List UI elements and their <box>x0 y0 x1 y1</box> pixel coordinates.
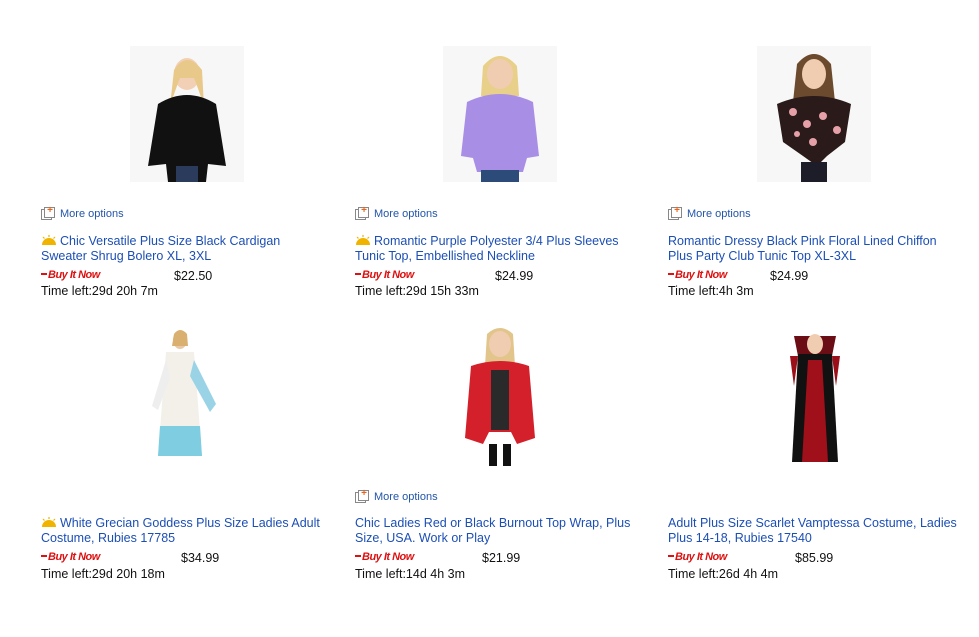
listing-title-link[interactable]: Adult Plus Size Scarlet Vamptessa Costum… <box>668 516 958 546</box>
product-photo <box>780 326 850 466</box>
more-options-icon: + <box>355 489 369 503</box>
listing-title-link[interactable]: White Grecian Goddess Plus Size Ladies A… <box>41 516 341 546</box>
buy-it-now-badge: Buy It Now <box>668 269 727 281</box>
product-photo <box>757 46 871 182</box>
time-left: Time left:29d 20h 7m <box>41 284 158 298</box>
buy-it-now-badge: Buy It Now <box>668 551 727 563</box>
more-options-label: More options <box>374 490 438 503</box>
product-image[interactable] <box>443 46 557 182</box>
listing-price: $22.50 <box>174 269 213 283</box>
listing-title: Romantic Dressy Black Pink Floral Lined … <box>668 234 937 263</box>
time-left: Time left:4h 3m <box>668 284 754 298</box>
product-image[interactable] <box>757 46 871 182</box>
more-options-label: More options <box>374 207 438 220</box>
product-image[interactable] <box>130 46 244 182</box>
product-photo <box>130 46 244 182</box>
product-photo <box>445 326 555 466</box>
listing-title: Chic Ladies Red or Black Burnout Top Wra… <box>355 516 631 545</box>
more-options-icon: + <box>668 206 682 220</box>
more-options-icon: + <box>41 206 55 220</box>
time-left: Time left:29d 15h 33m <box>355 284 479 298</box>
buy-it-now-badge: Buy It Now <box>41 551 100 563</box>
listing-title: White Grecian Goddess Plus Size Ladies A… <box>41 516 320 545</box>
listing-price: $21.99 <box>482 551 521 565</box>
listing-title-link[interactable]: Chic Versatile Plus Size Black Cardigan … <box>41 234 311 264</box>
buy-it-now-badge: Buy It Now <box>355 269 414 281</box>
listing-title: Romantic Purple Polyester 3/4 Plus Sleev… <box>355 234 619 263</box>
hot-deal-icon <box>42 517 56 527</box>
listing-price: $85.99 <box>795 551 834 565</box>
more-options-link[interactable]: + More options <box>41 206 124 220</box>
more-options-label: More options <box>687 207 751 220</box>
product-image[interactable] <box>130 326 244 466</box>
buy-it-now-badge: Buy It Now <box>355 551 414 563</box>
hot-deal-icon <box>356 235 370 245</box>
more-options-label: More options <box>60 207 124 220</box>
listing-title: Adult Plus Size Scarlet Vamptessa Costum… <box>668 516 957 545</box>
listing-price: $24.99 <box>770 269 809 283</box>
product-image[interactable] <box>780 326 850 466</box>
more-options-link[interactable]: + More options <box>355 489 438 503</box>
buy-it-now-badge: Buy It Now <box>41 269 100 281</box>
listing-price: $34.99 <box>181 551 220 565</box>
listing-price: $24.99 <box>495 269 534 283</box>
time-left: Time left:29d 20h 18m <box>41 567 165 581</box>
product-image[interactable] <box>445 326 555 466</box>
time-left: Time left:26d 4h 4m <box>668 567 779 581</box>
more-options-icon: + <box>355 206 369 220</box>
listing-title-link[interactable]: Chic Ladies Red or Black Burnout Top Wra… <box>355 516 645 546</box>
listing-title: Chic Versatile Plus Size Black Cardigan … <box>41 234 281 263</box>
more-options-link[interactable]: + More options <box>668 206 751 220</box>
hot-deal-icon <box>42 235 56 245</box>
more-options-link[interactable]: + More options <box>355 206 438 220</box>
product-photo <box>443 46 557 182</box>
time-left: Time left:14d 4h 3m <box>355 567 466 581</box>
listing-title-link[interactable]: Romantic Dressy Black Pink Floral Lined … <box>668 234 958 264</box>
listing-title-link[interactable]: Romantic Purple Polyester 3/4 Plus Sleev… <box>355 234 645 264</box>
product-photo <box>130 326 244 466</box>
